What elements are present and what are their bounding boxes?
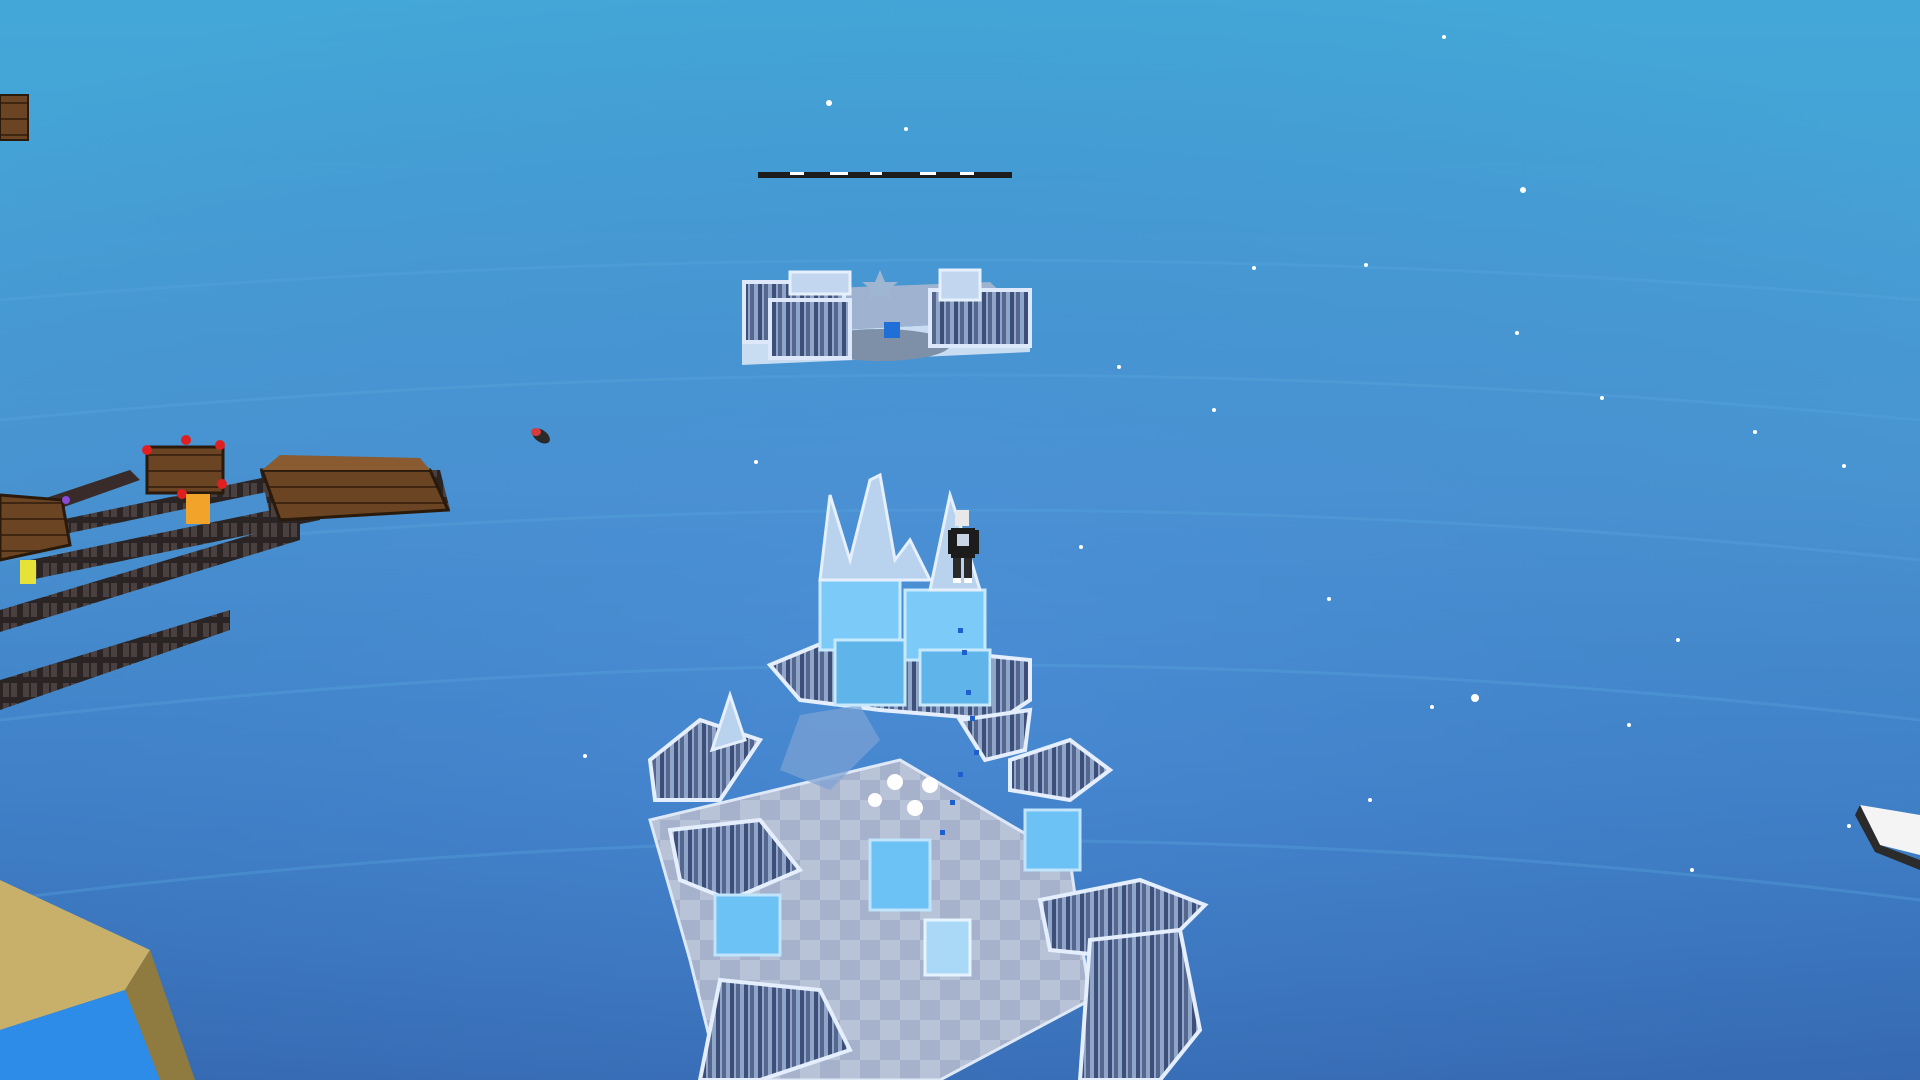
ice-block[interactable] — [868, 838, 932, 912]
upper-ice-platform[interactable] — [742, 268, 1032, 365]
checkpoint-block[interactable] — [884, 322, 900, 338]
ice-block[interactable] — [713, 893, 782, 957]
game-scene[interactable] — [0, 0, 1920, 1080]
ice-block[interactable] — [1023, 808, 1082, 872]
game-viewport[interactable] — [0, 0, 1920, 1080]
ice-block[interactable] — [918, 648, 992, 707]
distant-finish-bar — [758, 172, 1012, 178]
wooden-crate-large[interactable] — [259, 455, 451, 522]
ice-block[interactable] — [833, 638, 907, 707]
crate-corner[interactable] — [0, 94, 29, 141]
ice-block[interactable] — [923, 918, 972, 977]
